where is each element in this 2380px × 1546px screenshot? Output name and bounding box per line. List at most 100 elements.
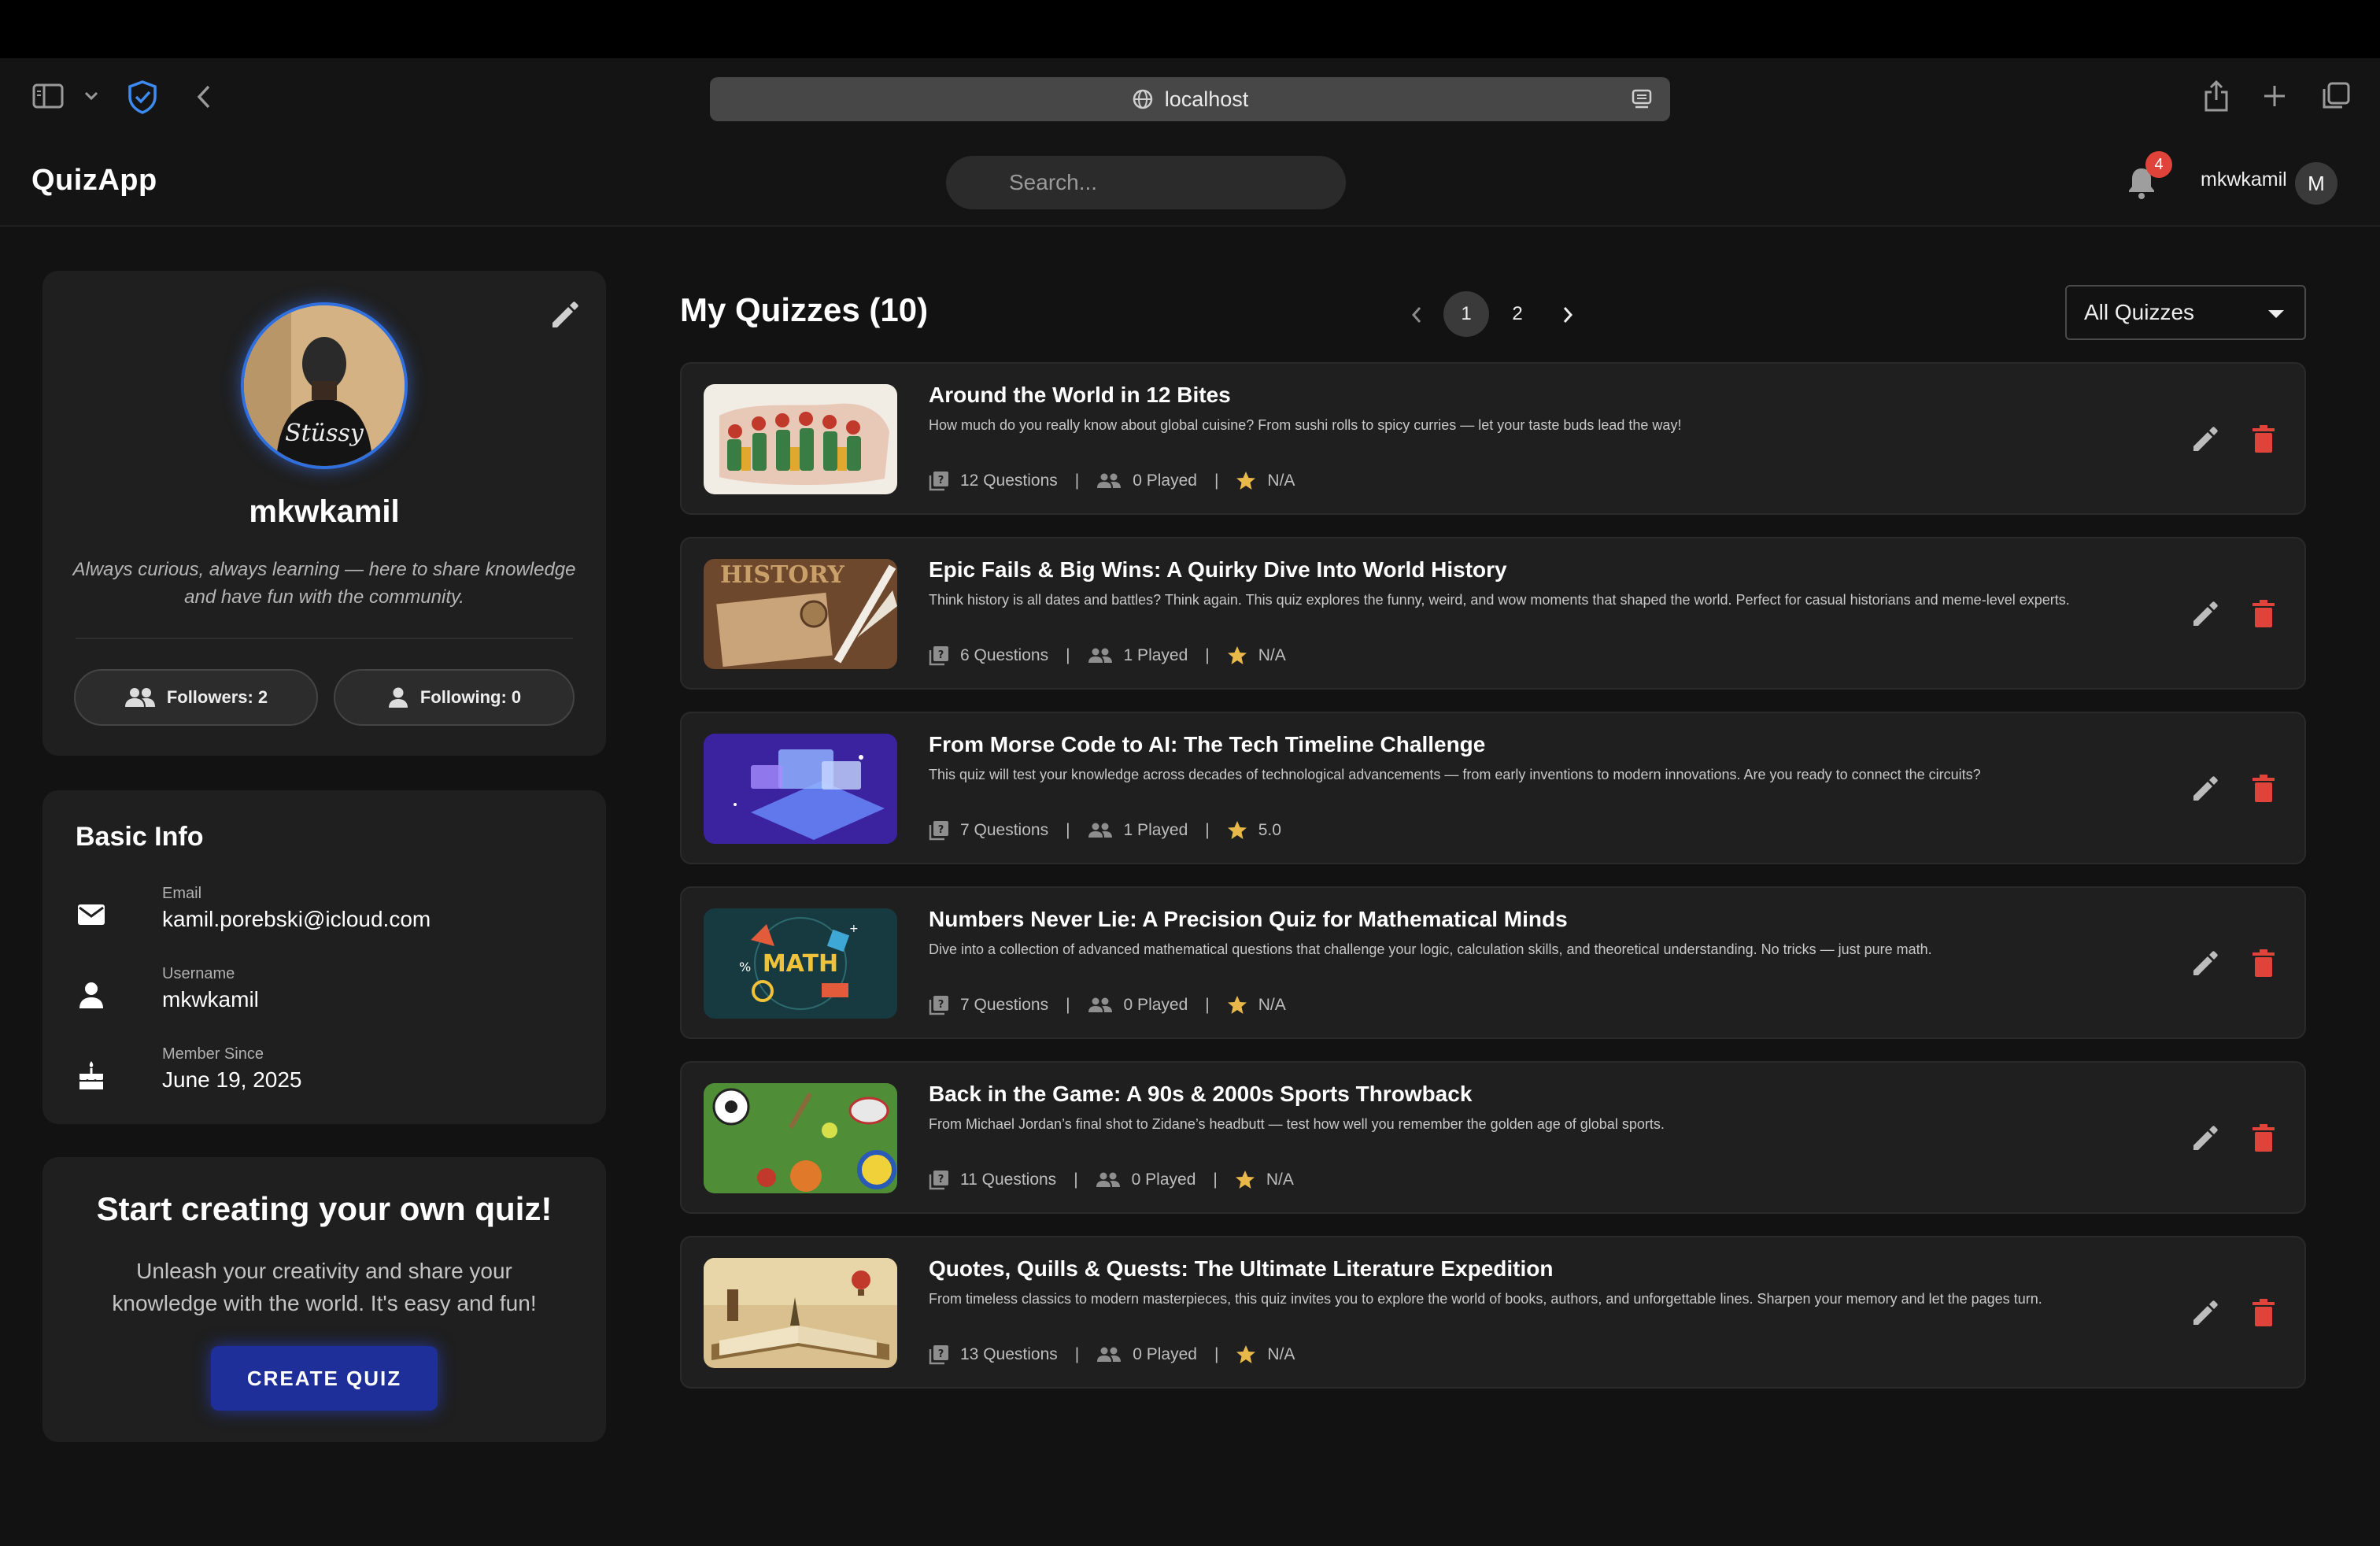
quiz-title[interactable]: Epic Fails & Big Wins: A Quirky Dive Int… xyxy=(929,557,1507,583)
svg-text:?: ? xyxy=(938,1348,944,1360)
people-icon xyxy=(124,688,155,707)
edit-profile-icon[interactable] xyxy=(548,298,582,332)
divider xyxy=(76,638,573,639)
quiz-meta: ? 13 Questions | 0 Played | N/A xyxy=(929,1344,1295,1365)
quiz-rating: N/A xyxy=(1266,1171,1294,1189)
delete-quiz-icon[interactable] xyxy=(2248,773,2279,804)
quiz-description: Dive into a collection of advanced mathe… xyxy=(929,941,1932,957)
header-avatar[interactable]: M xyxy=(2295,162,2338,205)
edit-quiz-icon[interactable] xyxy=(2190,948,2221,979)
cta-title: Start creating your own quiz! xyxy=(96,1190,552,1227)
quiz-card[interactable]: From Morse Code to AI: The Tech Timeline… xyxy=(680,712,2306,864)
member-since-label: Member Since xyxy=(162,1045,264,1063)
people-icon xyxy=(1088,823,1112,838)
back-icon[interactable] xyxy=(192,82,216,112)
played-count: 0 Played xyxy=(1133,472,1197,490)
people-icon xyxy=(1088,648,1112,663)
played-count: 1 Played xyxy=(1123,646,1188,664)
quiz-rating: N/A xyxy=(1258,646,1286,664)
quiz-card[interactable]: Back in the Game: A 90s & 2000s Sports T… xyxy=(680,1061,2306,1214)
brand-logo[interactable]: QuizApp xyxy=(31,164,157,198)
delete-quiz-icon[interactable] xyxy=(2248,1123,2279,1154)
quiz-title[interactable]: Around the World in 12 Bites xyxy=(929,383,1231,408)
separator: | xyxy=(1066,996,1070,1014)
quiz-meta: ? 7 Questions | 1 Played | 5.0 xyxy=(929,820,1281,841)
separator: | xyxy=(1205,646,1210,664)
tabs-icon[interactable] xyxy=(2320,80,2352,112)
separator: | xyxy=(1074,1345,1080,1363)
played-count: 0 Played xyxy=(1131,1171,1196,1189)
quiz-title[interactable]: From Morse Code to AI: The Tech Timeline… xyxy=(929,732,1485,757)
questions-count: 6 Questions xyxy=(960,646,1049,664)
search-input[interactable] xyxy=(946,156,1346,209)
username-label: Username xyxy=(162,965,235,982)
star-icon xyxy=(1236,1345,1256,1363)
star-icon xyxy=(1235,1171,1255,1189)
email-row: Email kamil.porebski@icloud.com xyxy=(76,885,579,940)
separator: | xyxy=(1205,821,1210,839)
person-icon xyxy=(388,687,408,708)
quiz-meta: ? 6 Questions | 1 Played | N/A xyxy=(929,645,1286,666)
questions-count: 7 Questions xyxy=(960,821,1049,839)
sidebar-icon[interactable] xyxy=(31,82,65,110)
quiz-thumbnail-food xyxy=(704,384,897,494)
quiz-card[interactable]: Around the World in 12 Bites How much do… xyxy=(680,362,2306,515)
quiz-rating: 5.0 xyxy=(1258,821,1281,839)
edit-quiz-icon[interactable] xyxy=(2190,1123,2221,1154)
quiz-rating: N/A xyxy=(1258,996,1286,1014)
people-icon xyxy=(1096,1172,1120,1187)
prev-page-icon[interactable] xyxy=(1398,296,1436,334)
plus-icon[interactable] xyxy=(2260,82,2289,110)
basic-info-card: Basic Info Email kamil.porebski@icloud.c… xyxy=(42,790,606,1124)
edit-quiz-icon[interactable] xyxy=(2190,423,2221,455)
share-icon[interactable] xyxy=(2201,79,2232,113)
followers-button[interactable]: Followers: 2 xyxy=(74,669,318,726)
quiz-title[interactable]: Numbers Never Lie: A Precision Quiz for … xyxy=(929,907,1568,932)
next-page-icon[interactable] xyxy=(1549,296,1587,334)
header-username[interactable]: mkwkamil xyxy=(2201,168,2287,191)
delete-quiz-icon[interactable] xyxy=(2248,598,2279,630)
create-quiz-button[interactable]: CREATE QUIZ xyxy=(211,1346,438,1411)
quiz-questions-icon: ? xyxy=(929,996,948,1015)
page-1-button[interactable]: 1 xyxy=(1443,291,1489,337)
quiz-rating: N/A xyxy=(1267,472,1295,490)
quiz-questions-icon: ? xyxy=(929,646,948,666)
quiz-card[interactable]: HISTORY Epic Fails & Big Wins: A Quirky … xyxy=(680,537,2306,690)
address-bar[interactable]: localhost xyxy=(710,77,1670,121)
quiz-questions-icon: ? xyxy=(929,1345,948,1365)
following-button[interactable]: Following: 0 xyxy=(334,669,575,726)
questions-count: 7 Questions xyxy=(960,996,1049,1014)
svg-text:HISTORY: HISTORY xyxy=(720,561,845,589)
filter-value: All Quizzes xyxy=(2084,300,2195,324)
svg-text:%: % xyxy=(739,960,751,975)
separator: | xyxy=(1066,646,1070,664)
quiz-card[interactable]: MATH + % Numbers Never Lie: A Precision … xyxy=(680,886,2306,1039)
people-icon xyxy=(1097,1347,1122,1362)
quiz-thumbnail-literature xyxy=(704,1258,897,1368)
separator: | xyxy=(1074,472,1080,490)
delete-quiz-icon[interactable] xyxy=(2248,423,2279,455)
reader-icon[interactable] xyxy=(1631,88,1653,110)
quiz-questions-icon: ? xyxy=(929,821,948,841)
edit-quiz-icon[interactable] xyxy=(2190,1297,2221,1329)
quiz-title[interactable]: Quotes, Quills & Quests: The Ultimate Li… xyxy=(929,1256,1553,1282)
quiz-filter-select[interactable]: All Quizzes xyxy=(2065,285,2306,340)
quiz-meta: ? 7 Questions | 0 Played | N/A xyxy=(929,995,1286,1015)
create-quiz-card: Start creating your own quiz! Unleash yo… xyxy=(42,1157,606,1442)
profile-avatar: Stüssy xyxy=(241,302,408,469)
edit-quiz-icon[interactable] xyxy=(2190,598,2221,630)
delete-quiz-icon[interactable] xyxy=(2248,948,2279,979)
quiz-description: How much do you really know about global… xyxy=(929,417,1682,433)
quiz-title[interactable]: Back in the Game: A 90s & 2000s Sports T… xyxy=(929,1082,1472,1107)
profile-bio: Always curious, always learning — here t… xyxy=(72,559,576,608)
delete-quiz-icon[interactable] xyxy=(2248,1297,2279,1329)
quiz-description: Think history is all dates and battles? … xyxy=(929,592,2070,608)
edit-quiz-icon[interactable] xyxy=(2190,773,2221,804)
separator: | xyxy=(1214,1345,1219,1363)
chevron-down-icon[interactable] xyxy=(82,87,101,105)
page-2-button[interactable]: 2 xyxy=(1495,291,1540,337)
shield-icon[interactable] xyxy=(124,79,161,115)
system-menu-bar xyxy=(0,0,2380,58)
username-row: Username mkwkamil xyxy=(76,965,579,1020)
quiz-card[interactable]: Quotes, Quills & Quests: The Ultimate Li… xyxy=(680,1236,2306,1389)
